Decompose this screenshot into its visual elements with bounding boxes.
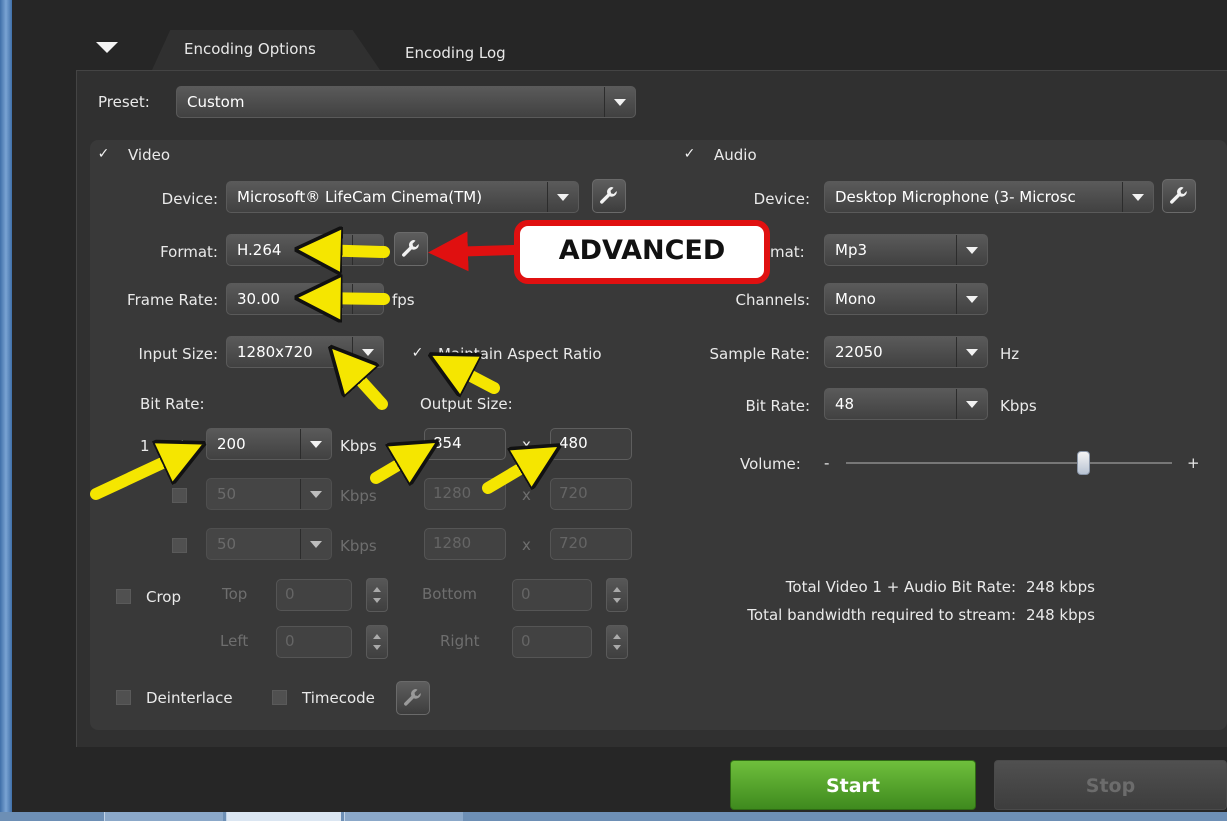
arrow-output-height <box>482 456 542 494</box>
annotation-overlay <box>90 0 1227 500</box>
arrow-input-size <box>344 362 388 410</box>
arrow-row1-bitrate <box>90 452 186 500</box>
advanced-callout: ADVANCED <box>514 220 770 284</box>
arrow-advanced <box>428 231 519 272</box>
arrow-frame-rate <box>316 298 390 299</box>
arrow-format <box>316 250 390 252</box>
arrow-aspect-ratio <box>448 364 500 388</box>
arrow-output-width <box>370 452 420 478</box>
